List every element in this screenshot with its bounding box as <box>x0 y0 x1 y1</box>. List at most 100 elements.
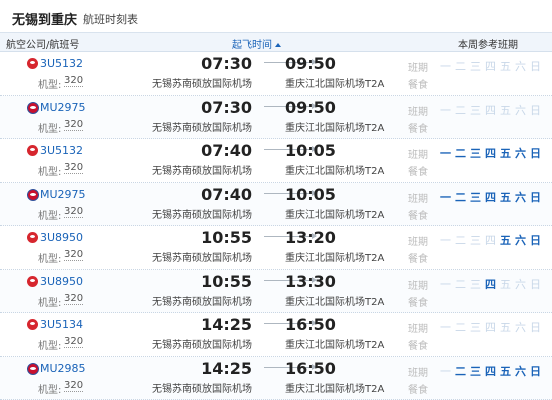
arrival-airport: 重庆江北国际机场T2A <box>285 340 385 351</box>
weekday-5: 五 <box>500 277 511 291</box>
weekday-2: 二 <box>455 234 466 247</box>
departure-airport: 无锡苏南硕放国际机场 <box>152 340 252 351</box>
weekday-6: 六 <box>515 321 526 334</box>
meal-tag: 餐食 <box>408 254 428 265</box>
flight-number-link[interactable]: 3U5132 <box>40 144 83 157</box>
arrival-airport: 重庆江北国际机场T2A <box>285 166 385 177</box>
3u-logo-icon <box>27 58 38 69</box>
weekday-4: 四 <box>485 147 496 160</box>
weekly-schedule: 一二三四五六日 <box>438 189 543 205</box>
flight-number-link[interactable]: 3U8950 <box>40 275 83 288</box>
aircraft-model[interactable]: 320 <box>64 119 84 131</box>
flight-row: MU2985 机型: 320 14:25 无锡苏南硕放国际机场 16:50 重庆… <box>0 356 552 400</box>
flight-number-link[interactable]: MU2975 <box>40 188 86 201</box>
departure-airport: 无锡苏南硕放国际机场 <box>152 209 252 221</box>
weekday-5: 五 <box>500 364 511 378</box>
arrival-time: 10:05 <box>285 141 336 160</box>
weekday-2: 二 <box>455 321 466 334</box>
arrival-airport: 重庆江北国际机场T2A <box>285 383 385 395</box>
weekday-5: 五 <box>500 321 511 334</box>
model-label: 机型: <box>38 297 62 309</box>
aircraft-model[interactable]: 320 <box>64 293 84 305</box>
flight-number-link[interactable]: 3U8950 <box>40 231 83 244</box>
weekday-6: 六 <box>515 60 526 73</box>
aircraft-model[interactable]: 320 <box>64 76 84 87</box>
weekday-1: 一 <box>440 321 451 334</box>
weekly-schedule: 一二三四五六日 <box>438 102 543 118</box>
model-label: 机型: <box>38 341 62 352</box>
weekday-7: 日 <box>530 277 541 291</box>
weekday-7: 日 <box>530 103 541 117</box>
weekday-7: 日 <box>530 234 541 247</box>
flight-row: 3U8950 机型: 320 10:55 无锡苏南硕放国际机场 13:20 重庆… <box>0 226 552 270</box>
departure-airport: 无锡苏南硕放国际机场 <box>152 122 252 134</box>
departure-time: 07:30 <box>201 54 252 73</box>
header-departure-label: 起飞时间 <box>232 40 272 51</box>
weekday-1: 一 <box>440 364 451 378</box>
mu-logo-icon <box>27 362 39 375</box>
arrival-airport: 重庆江北国际机场T2A <box>285 122 385 134</box>
model-label: 机型: <box>38 167 62 178</box>
aircraft-model[interactable]: 320 <box>64 380 84 392</box>
weekday-4: 四 <box>485 60 496 73</box>
arrival-airport: 重庆江北国际机场T2A <box>285 253 385 264</box>
title-bar: 无锡到重庆 航班时刻表 <box>0 0 552 33</box>
weekday-4: 四 <box>485 364 496 378</box>
weekday-2: 二 <box>455 60 466 73</box>
aircraft-model[interactable]: 320 <box>64 163 84 174</box>
flight-row: 3U5132 机型: 320 07:40 无锡苏南硕放国际机场 10:05 重庆… <box>0 139 552 183</box>
weekday-3: 三 <box>470 103 481 117</box>
schedule-tag: 班期 <box>408 63 428 74</box>
flight-list: 3U5132 机型: 320 07:30 无锡苏南硕放国际机场 09:50 重庆… <box>0 52 552 400</box>
weekday-4: 四 <box>485 234 496 247</box>
schedule-tag: 班期 <box>408 237 428 248</box>
weekday-3: 三 <box>470 60 481 73</box>
weekday-3: 三 <box>470 234 481 247</box>
arrival-airport: 重庆江北国际机场T2A <box>285 79 385 90</box>
meal-tag: 餐食 <box>408 167 428 178</box>
flight-number-link[interactable]: 3U5132 <box>40 57 83 70</box>
meal-tag: 餐食 <box>408 210 428 222</box>
weekly-schedule: 一二三四五六日 <box>438 363 543 379</box>
weekday-5: 五 <box>500 147 511 160</box>
arrival-airport: 重庆江北国际机场T2A <box>285 296 385 308</box>
weekday-7: 日 <box>530 147 541 160</box>
meal-tag: 餐食 <box>408 80 428 91</box>
weekday-4: 四 <box>485 321 496 334</box>
weekday-6: 六 <box>515 190 526 204</box>
flight-number-link[interactable]: MU2975 <box>40 101 86 114</box>
departure-airport: 无锡苏南硕放国际机场 <box>152 166 252 177</box>
weekday-1: 一 <box>440 103 451 117</box>
flight-row: MU2975 机型: 320 07:40 无锡苏南硕放国际机场 10:05 重庆… <box>0 182 552 226</box>
departure-time: 14:25 <box>201 358 252 378</box>
weekly-schedule: 一二三四五六日 <box>438 319 543 335</box>
model-label: 机型: <box>38 210 62 222</box>
flight-row: 3U8950 机型: 320 10:55 无锡苏南硕放国际机场 13:30 重庆… <box>0 269 552 313</box>
flight-row: 3U5134 机型: 320 14:25 无锡苏南硕放国际机场 16:50 重庆… <box>0 313 552 357</box>
weekly-schedule: 一二三四五六日 <box>438 276 543 292</box>
weekday-6: 六 <box>515 277 526 291</box>
weekday-2: 二 <box>455 190 466 204</box>
aircraft-model[interactable]: 320 <box>64 250 84 261</box>
aircraft-model[interactable]: 320 <box>64 206 84 218</box>
departure-time: 14:25 <box>201 315 252 334</box>
departure-time: 10:55 <box>201 271 252 291</box>
arrival-time: 13:30 <box>285 271 336 291</box>
weekday-3: 三 <box>470 277 481 291</box>
header-departure-sort[interactable]: 起飞时间 <box>232 36 281 51</box>
weekday-1: 一 <box>440 60 451 73</box>
model-label: 机型: <box>38 254 62 265</box>
sort-ascending-icon <box>275 43 281 47</box>
weekday-7: 日 <box>530 364 541 378</box>
flight-number-link[interactable]: MU2985 <box>40 362 86 375</box>
weekday-1: 一 <box>440 147 451 160</box>
weekday-7: 日 <box>530 321 541 334</box>
weekday-1: 一 <box>440 234 451 247</box>
aircraft-model[interactable]: 320 <box>64 337 84 348</box>
weekday-2: 二 <box>455 103 466 117</box>
weekday-6: 六 <box>515 103 526 117</box>
departure-time: 07:40 <box>201 141 252 160</box>
flight-row: MU2975 机型: 320 07:30 无锡苏南硕放国际机场 09:50 重庆… <box>0 95 552 139</box>
weekday-2: 二 <box>455 277 466 291</box>
flight-number-link[interactable]: 3U5134 <box>40 318 83 331</box>
